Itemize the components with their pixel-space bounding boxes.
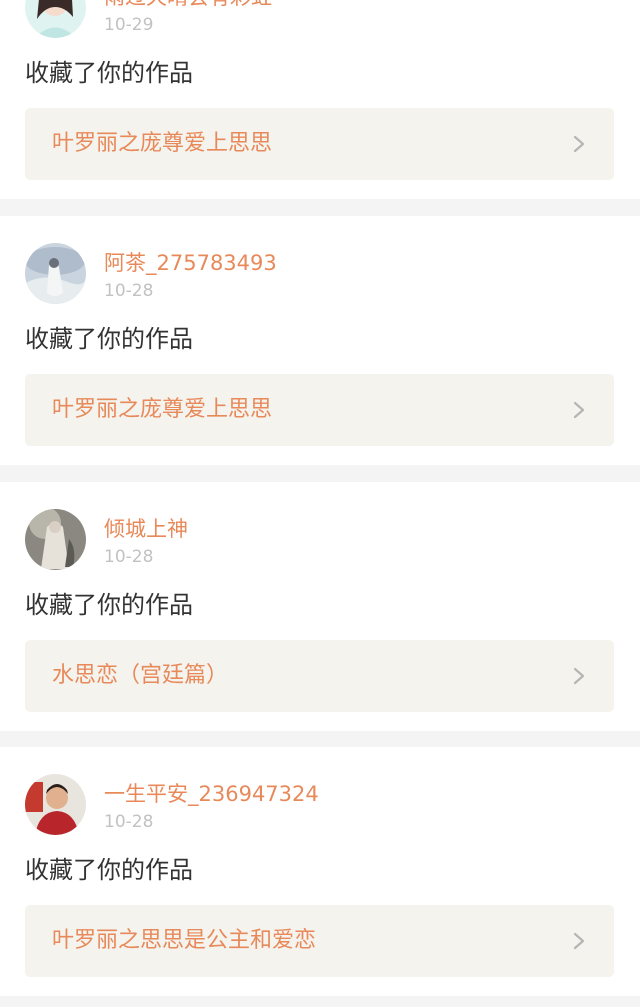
- work-link[interactable]: 叶罗丽之思思是公主和爱恋: [25, 905, 614, 977]
- avatar-ink-painting-icon: [25, 243, 86, 304]
- work-title: 叶罗丽之庞尊爱上思思: [52, 397, 273, 422]
- action-text: 收藏了你的作品: [25, 591, 193, 619]
- user-avatar[interactable]: [25, 774, 86, 835]
- username[interactable]: 阿茶_275783493: [104, 250, 277, 276]
- chevron-right-icon: [571, 135, 587, 153]
- user-avatar[interactable]: [25, 509, 86, 570]
- work-link[interactable]: 叶罗丽之庞尊爱上思思: [25, 374, 614, 446]
- username[interactable]: 一生平安_236947324: [104, 781, 319, 807]
- work-title: 水思恋（宫廷篇）: [52, 663, 229, 688]
- timestamp: 10-28: [104, 547, 154, 567]
- notification-card: 倾城上神 10-28 收藏了你的作品 水思恋（宫廷篇）: [0, 482, 640, 731]
- user-avatar[interactable]: [25, 243, 86, 304]
- work-title: 叶罗丽之思思是公主和爱恋: [52, 928, 317, 953]
- notification-card: 阿茶_275783493 10-28 收藏了你的作品 叶罗丽之庞尊爱上思思: [0, 216, 640, 465]
- username[interactable]: 倾城上神: [104, 516, 188, 542]
- notification-card: 一生平安_236947324 10-28 收藏了你的作品 叶罗丽之思思是公主和爱…: [0, 747, 640, 996]
- avatar-photo-icon: [25, 774, 86, 835]
- chevron-right-icon: [571, 667, 587, 685]
- user-avatar[interactable]: [25, 0, 86, 38]
- action-text: 收藏了你的作品: [25, 856, 193, 884]
- avatar-fantasy-icon: [25, 509, 86, 570]
- work-link[interactable]: 叶罗丽之庞尊爱上思思: [25, 108, 614, 180]
- timestamp: 10-29: [104, 15, 154, 35]
- chevron-right-icon: [571, 932, 587, 950]
- chevron-right-icon: [571, 401, 587, 419]
- work-title: 叶罗丽之庞尊爱上思思: [52, 131, 273, 156]
- timestamp: 10-28: [104, 812, 154, 832]
- timestamp: 10-28: [104, 281, 154, 301]
- avatar-girl-icon: [25, 0, 86, 38]
- work-link[interactable]: 水思恋（宫廷篇）: [25, 640, 614, 712]
- username[interactable]: 雨过天晴会有彩虹: [104, 0, 272, 10]
- action-text: 收藏了你的作品: [25, 59, 193, 87]
- notification-card: 雨过天晴会有彩虹 10-29 收藏了你的作品 叶罗丽之庞尊爱上思思: [0, 0, 640, 199]
- action-text: 收藏了你的作品: [25, 325, 193, 353]
